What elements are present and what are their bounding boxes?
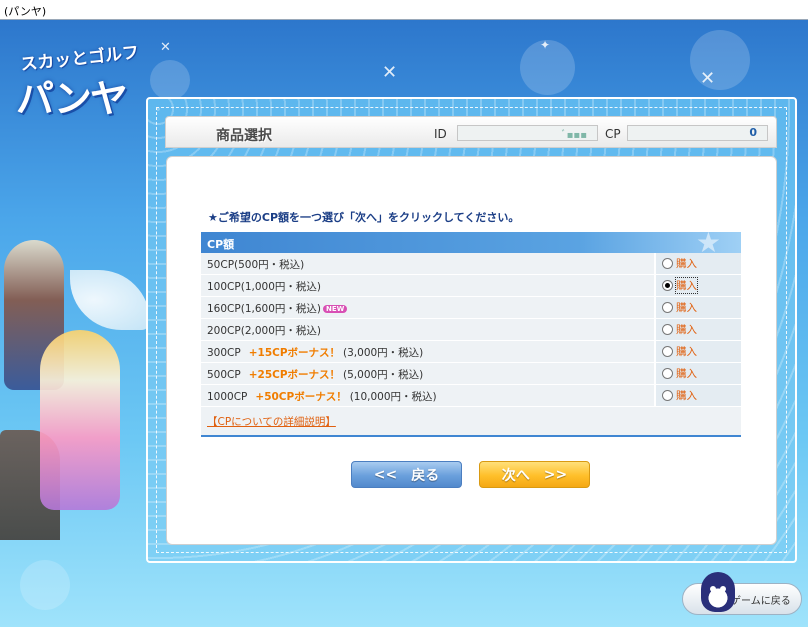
cp-option-label: 1000CP +50CPボーナス！ (10,000円・税込) [201, 385, 654, 406]
bonus-label: +15CPボーナス！ [248, 347, 341, 359]
cp-amount: 300CP [207, 347, 241, 359]
price-label: (2,000円・税込) [240, 325, 321, 337]
instruction-label: ご希望のCP額を一つ選び「次へ」をクリックしてください。 [217, 211, 520, 224]
buy-label[interactable]: 購入 [675, 277, 698, 294]
buy-radio[interactable] [662, 346, 673, 357]
character-girl [40, 330, 120, 510]
penguin-mascot-icon [701, 572, 735, 612]
bokeh-decoration [20, 560, 70, 610]
buy-label[interactable]: 購入 [676, 322, 697, 337]
next-arrow-icon: >> [543, 466, 568, 483]
new-badge: NEW [322, 305, 348, 313]
buy-radio[interactable] [662, 324, 673, 335]
sparkle-icon: ✕ [700, 68, 716, 89]
logo-title: パンヤ [16, 77, 128, 121]
game-logo: スカッとゴルフ パンヤ [12, 38, 147, 126]
buy-option[interactable]: 購入 [654, 363, 741, 384]
cp-amount: 160CP [207, 303, 241, 315]
id-label: ID [434, 127, 447, 141]
buy-option[interactable]: 購入 [654, 319, 741, 340]
table-row: 500CP +25CPボーナス！ (5,000円・税込) 購入 [201, 363, 741, 385]
cp-label: CP [605, 127, 621, 141]
cp-detail-link[interactable]: 【CPについての詳細説明】 [207, 416, 336, 428]
table-row: 50CP(500円・税込) 購入 [201, 253, 741, 275]
price-label: (3,000円・税込) [343, 347, 424, 359]
return-to-game-button[interactable]: ゲームに戻る [682, 572, 802, 615]
back-button-label: 戻る [411, 467, 440, 484]
buy-radio[interactable] [662, 390, 673, 401]
back-arrow-icon: << [373, 466, 398, 483]
cp-balance-field: 0 [627, 125, 768, 141]
buy-label[interactable]: 購入 [676, 344, 697, 359]
star-icon: ★ [208, 211, 218, 224]
instruction-text: ★ご希望のCP額を一つ選び「次へ」をクリックしてください。 [208, 209, 519, 225]
back-button[interactable]: << 戻る [351, 461, 462, 488]
app-window: (パンヤ) ✕ ✕ ✕ ✦ スカッとゴルフ パンヤ 商品選択 ID ﾞ▪▪▪ C… [0, 0, 808, 627]
star-decoration-icon: ★ [695, 232, 721, 253]
cp-option-label: 500CP +25CPボーナス！ (5,000円・税込) [201, 363, 654, 384]
buy-radio[interactable] [662, 280, 673, 291]
buy-option[interactable]: 購入 [654, 253, 741, 274]
detail-link-row: 【CPについての詳細説明】 [201, 407, 741, 437]
window-title: (パンヤ) [4, 5, 47, 18]
cp-option-label: 200CP(2,000円・税込) [201, 319, 654, 340]
table-header: CP額 ★ [201, 232, 741, 253]
cp-option-label: 100CP(1,000円・税込) [201, 275, 654, 296]
buy-label[interactable]: 購入 [676, 256, 697, 271]
page-title: 商品選択 [216, 128, 272, 144]
table-row: 160CP(1,600円・税込) NEW 購入 [201, 297, 741, 319]
cp-option-label: 300CP +15CPボーナス！ (3,000円・税込) [201, 341, 654, 362]
fan-illustration [70, 270, 150, 330]
table-row: 100CP(1,000円・税込) 購入 [201, 275, 741, 297]
buy-option[interactable]: 購入 [654, 297, 741, 318]
price-label: (500円・税込) [234, 259, 305, 271]
buy-radio[interactable] [662, 302, 673, 313]
cp-amount: 50CP [207, 259, 235, 271]
cp-amount: 200CP [207, 325, 241, 337]
cp-amount: 100CP [207, 281, 241, 293]
price-label: (5,000円・税込) [343, 369, 424, 381]
sparkle-icon: ✦ [540, 38, 551, 52]
cp-price-table: CP額 ★ 50CP(500円・税込) 購入 100CP(1,000円・税込) 購入 1… [201, 232, 741, 437]
bokeh-decoration [690, 30, 750, 90]
buy-radio[interactable] [662, 368, 673, 379]
buy-label[interactable]: 購入 [676, 300, 697, 315]
cp-option-label: 50CP(500円・税込) [201, 253, 654, 274]
table-header-label: CP額 [207, 238, 235, 251]
cp-option-label: 160CP(1,600円・税込) NEW [201, 297, 654, 318]
table-rows: 50CP(500円・税込) 購入 100CP(1,000円・税込) 購入 160CP(1… [201, 253, 741, 407]
table-row: 1000CP +50CPボーナス！ (10,000円・税込) 購入 [201, 385, 741, 407]
table-row: 200CP(2,000円・税込) 購入 [201, 319, 741, 341]
buy-label[interactable]: 購入 [676, 366, 697, 381]
buy-option[interactable]: 購入 [654, 275, 741, 296]
return-to-game-label: ゲームに戻る [731, 595, 791, 607]
sparkle-icon: ✕ [160, 40, 171, 55]
table-row: 300CP +15CPボーナス！ (3,000円・税込) 購入 [201, 341, 741, 363]
buy-option[interactable]: 購入 [654, 385, 741, 406]
panel-header: 商品選択 ID ﾞ▪▪▪ CP 0 [165, 116, 777, 148]
cp-amount: 1000CP [207, 391, 248, 403]
bonus-label: +25CPボーナス！ [248, 369, 341, 381]
buy-label[interactable]: 購入 [676, 388, 697, 403]
price-label: (10,000円・税込) [349, 391, 437, 403]
next-button-label: 次へ [501, 467, 530, 484]
sparkle-icon: ✕ [382, 62, 398, 83]
bonus-label: +50CPボーナス！ [255, 391, 347, 403]
bokeh-decoration [150, 60, 190, 100]
id-field: ﾞ▪▪▪ [457, 125, 598, 141]
buy-radio[interactable] [662, 258, 673, 269]
next-button[interactable]: 次へ >> [479, 461, 590, 488]
buy-option[interactable]: 購入 [654, 341, 741, 362]
price-label: (1,600円・税込) [240, 303, 321, 315]
price-label: (1,000円・税込) [240, 281, 321, 293]
cp-amount: 500CP [207, 369, 241, 381]
title-bar: (パンヤ) [0, 0, 808, 20]
character-illustration [0, 210, 150, 540]
